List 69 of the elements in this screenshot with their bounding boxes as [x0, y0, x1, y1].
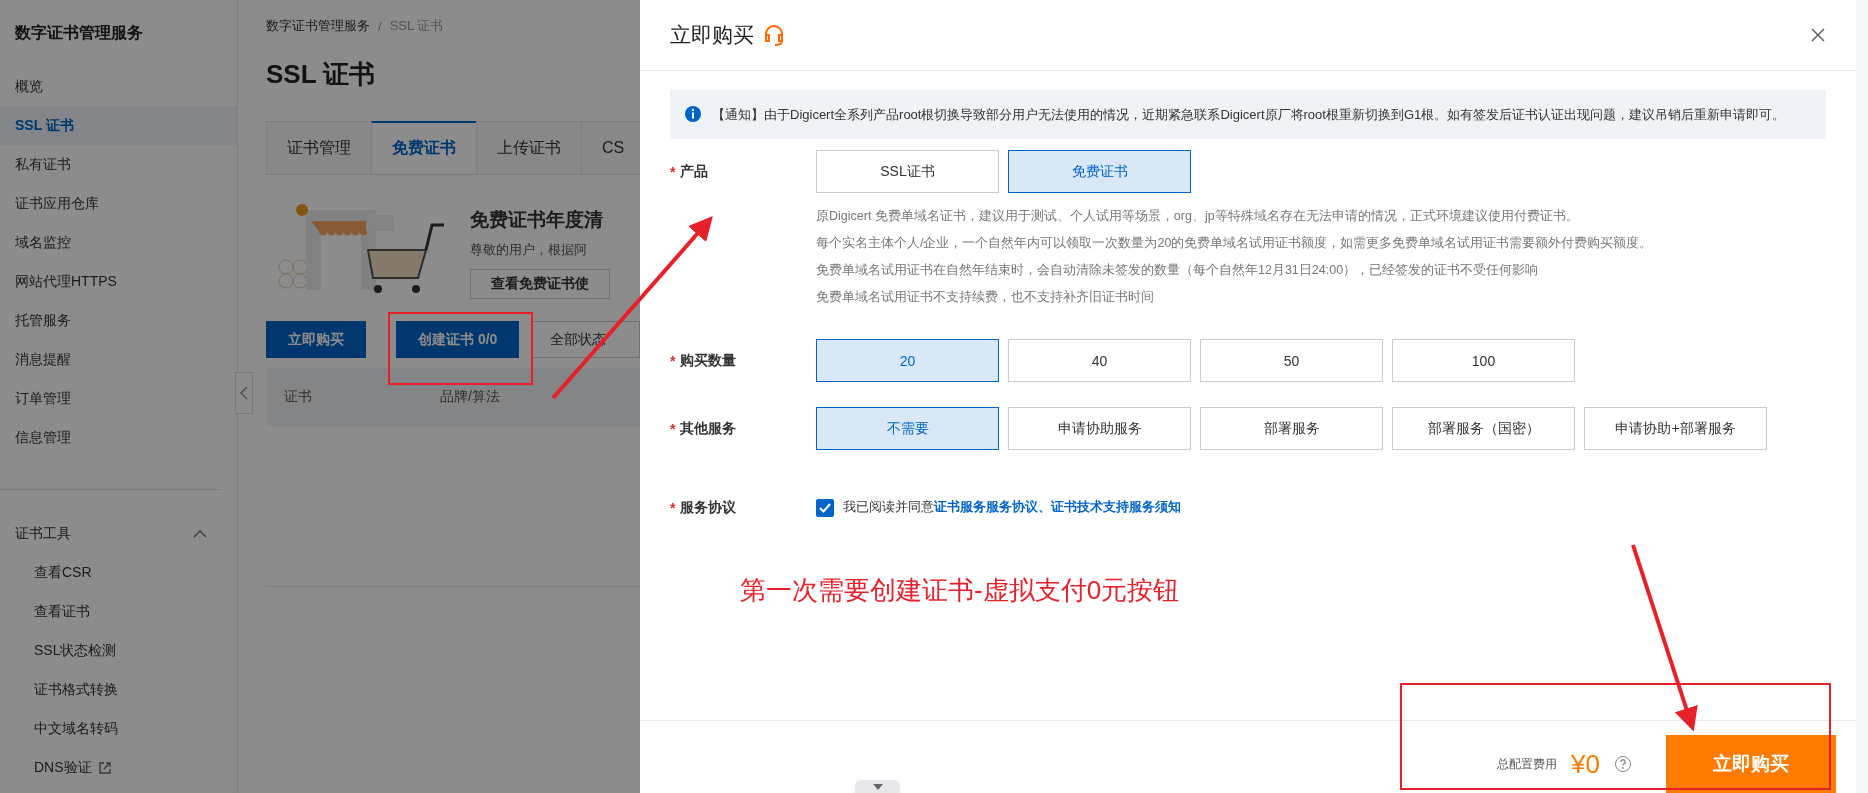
sidebar-item[interactable]: 概览: [0, 67, 237, 106]
info-icon: [684, 105, 702, 123]
field-label: * 购买数量: [670, 350, 738, 371]
sidebar-item[interactable]: 证书应用仓库: [0, 184, 237, 223]
sidebar-item[interactable]: DNS验证: [0, 748, 237, 787]
collapse-handle[interactable]: [235, 372, 253, 414]
option-button[interactable]: 100: [1392, 339, 1575, 382]
sidebar-item[interactable]: 网站代理HTTPS: [0, 262, 237, 301]
sidebar-item[interactable]: 查看CSR: [0, 553, 237, 592]
field-label: * 其他服务: [670, 418, 738, 439]
field-label: * 产品: [670, 161, 710, 182]
sidebar-item[interactable]: 信息管理: [0, 418, 237, 457]
sidebar-item[interactable]: 消息提醒: [0, 340, 237, 379]
breadcrumb-separator: /: [378, 18, 382, 34]
chevron-left-icon: [240, 386, 248, 400]
option-button[interactable]: 部署服务（国密）: [1392, 407, 1575, 450]
total-label: 总配置费用: [1497, 755, 1558, 773]
close-button[interactable]: [1810, 27, 1826, 43]
option-button[interactable]: 申请协助服务: [1008, 407, 1191, 450]
sidebar-item[interactable]: 域名监控: [0, 223, 237, 262]
option-button[interactable]: SSL证书: [816, 150, 999, 193]
sidebar-item[interactable]: 私有证书: [0, 145, 237, 184]
breadcrumb-item: SSL 证书: [389, 17, 444, 35]
close-icon: [1810, 27, 1826, 43]
banner-button[interactable]: 查看免费证书使: [470, 269, 610, 299]
breadcrumb-item[interactable]: 数字证书管理服务: [266, 17, 370, 35]
column-header: 证书: [283, 388, 313, 406]
sidebar-item[interactable]: SSL 证书: [0, 106, 237, 145]
sidebar-item[interactable]: 托管服务: [0, 301, 237, 340]
agreement-link[interactable]: 证书服务服务协议、证书技术支持服务须知: [934, 500, 1181, 514]
sidebar-item[interactable]: 中文域名转码: [0, 709, 237, 748]
option-button[interactable]: 免费证书: [1008, 150, 1191, 193]
option-button[interactable]: 不需要: [816, 407, 999, 450]
page-title: SSL 证书: [266, 58, 377, 91]
total-price: ¥0: [1571, 748, 1600, 780]
sidebar-item[interactable]: SSL状态检测: [0, 631, 237, 670]
dialog-title: 立即购买: [670, 22, 754, 48]
sidebar-item[interactable]: 查看证书: [0, 592, 237, 631]
agreement-text: 我已阅读并同意证书服务服务协议、证书技术支持服务须知: [843, 499, 1181, 516]
option-button[interactable]: 20: [816, 339, 999, 382]
headset-icon[interactable]: [762, 23, 786, 47]
banner-text: 尊敬的用户，根据阿: [470, 241, 588, 259]
option-button[interactable]: 部署服务: [1200, 407, 1383, 450]
caret-down-icon: [872, 783, 883, 790]
column-header: 品牌/算法: [439, 388, 501, 406]
banner-heading: 免费证书年度清: [470, 208, 604, 232]
field-label: * 服务协议: [670, 497, 738, 518]
option-button[interactable]: 申请协助+部署服务: [1584, 407, 1767, 450]
action-button[interactable]: 创建证书 0/0: [396, 321, 520, 358]
action-button[interactable]: 立即购买: [266, 321, 366, 358]
option-button[interactable]: 40: [1008, 339, 1191, 382]
tab[interactable]: CS: [581, 121, 640, 175]
description-text: 免费单域名试用证书不支持续费，也不支持补齐旧证书时间: [816, 289, 1155, 306]
description-text: 每个实名主体个人/企业，一个自然年内可以领取一次数量为20的免费单域名试用证书额度，如需更多免费单域名试用证书需要额外付费购买额度。: [816, 235, 1653, 252]
description-text: 原Digicert 免费单域名证书，建议用于测试、个人试用等场景，org、jp等特殊域名存在无法申请的情况，正式环境建议使用付费证书。: [816, 208, 1580, 225]
checkbox[interactable]: [816, 498, 834, 517]
annotation-text: 第一次需要创建证书-虚拟支付0元按钮: [740, 574, 1181, 607]
tab[interactable]: 证书管理: [266, 121, 372, 175]
tab[interactable]: 免费证书: [371, 121, 477, 175]
tab[interactable]: 上传证书: [476, 121, 582, 175]
app-title: 数字证书管理服务: [14, 23, 144, 43]
chevron-up-icon: [193, 529, 207, 538]
expand-handle[interactable]: [855, 780, 900, 793]
help-icon[interactable]: [1614, 755, 1632, 773]
sidebar-group-header[interactable]: 证书工具: [0, 514, 237, 553]
sidebar-item[interactable]: 证书格式转换: [0, 670, 237, 709]
notice-text: 【通知】由于Digicert全系列产品root根切换导致部分用户无法使用的情况，近期紧急联系Digicert原厂将root根重新切换到G1根。如有签发后证书认证出现问题，建议吊销后重新申请即可。: [712, 106, 1786, 124]
description-text: 免费单域名试用证书在自然年结束时，会自动清除未签发的数量（每个自然年12月31日24:00），已经签发的证书不受任何影响: [816, 262, 1540, 279]
option-button[interactable]: 50: [1200, 339, 1383, 382]
